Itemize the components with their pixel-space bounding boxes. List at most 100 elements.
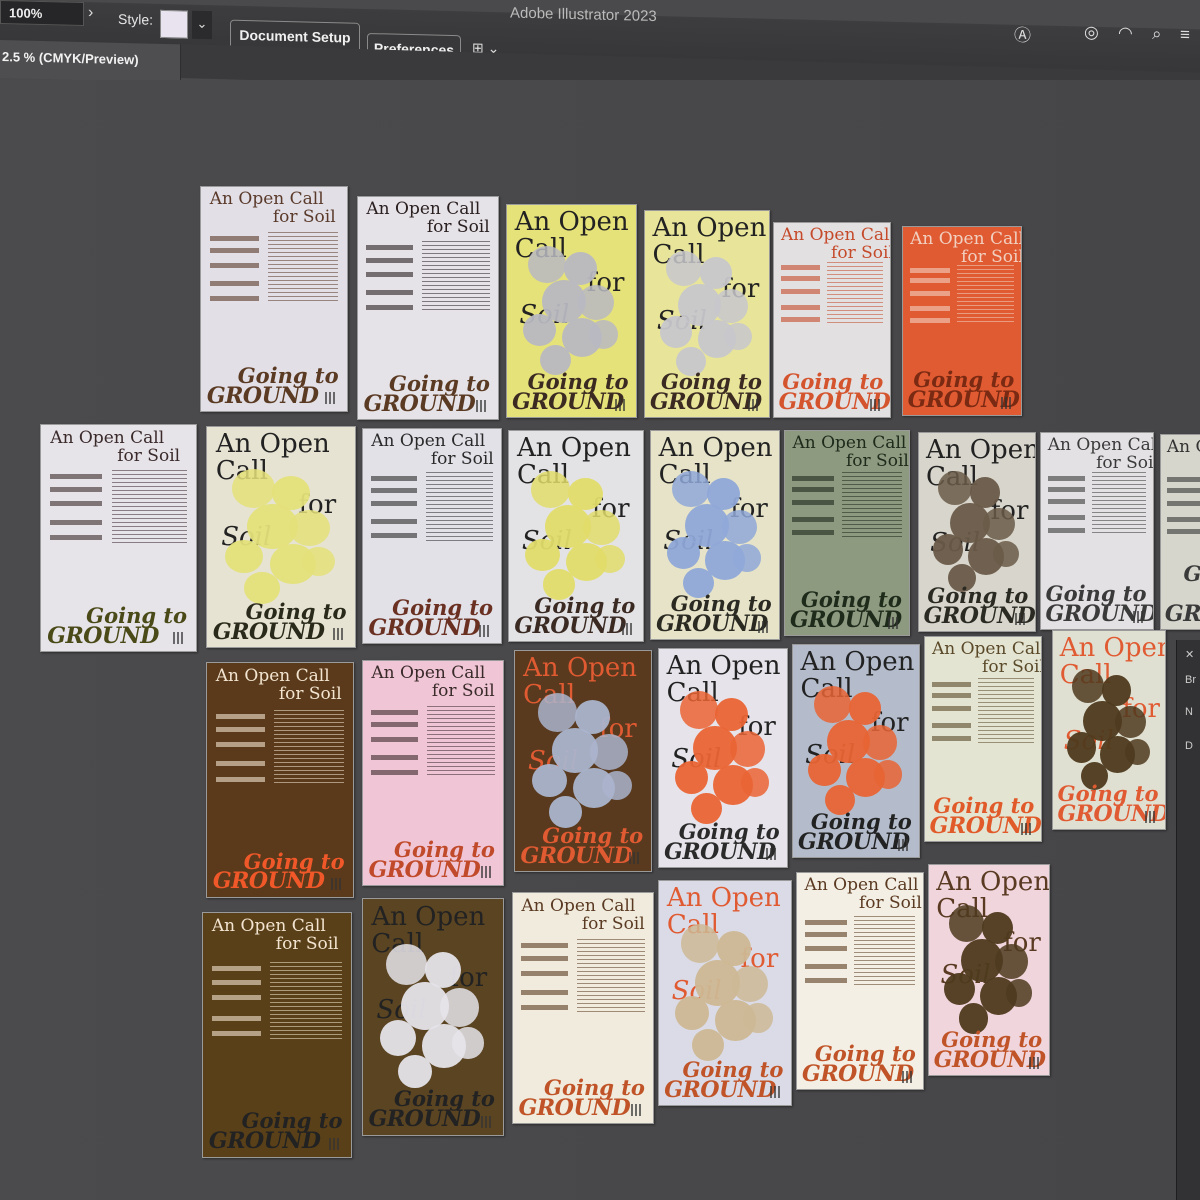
poster-artboard[interactable]: An Open Callfor SoilGoing toGROUND — [40, 424, 197, 652]
poster-question — [780, 317, 820, 323]
poster-blob — [713, 288, 748, 323]
poster-blob — [288, 510, 330, 547]
poster-paragraph — [841, 471, 902, 538]
poster-artboard[interactable]: An Open Callfor SoilGoing toGROUND — [206, 662, 354, 898]
poster-artboard[interactable]: An OpenCallforSoilGoing toGROUND — [508, 430, 644, 642]
menu-icon[interactable]: ≡ — [1180, 25, 1190, 45]
poster-question — [1047, 475, 1086, 481]
poster-artboard[interactable]: An Open Callfor SoilGoing toGROUND — [1160, 434, 1200, 630]
poster-paragraph — [1092, 472, 1147, 536]
panel-item[interactable]: D — [1185, 740, 1193, 752]
poster-question — [1047, 515, 1086, 521]
poster-question — [215, 727, 265, 733]
search-icon[interactable]: ⌕ — [1152, 24, 1162, 44]
poster-paragraph — [267, 231, 339, 304]
poster-blob — [729, 731, 765, 767]
poster-artboard[interactable]: An OpenCallforSoilGoing toGROUND — [658, 648, 788, 868]
poster-artboard[interactable]: An OpenCallforSoilGoing toGROUND — [362, 898, 504, 1136]
poster-question — [910, 318, 950, 324]
poster-artboard[interactable]: An OpenCallforSoilGoing toGROUND — [506, 204, 637, 418]
poster-blob — [660, 316, 693, 349]
poster-artboard[interactable]: An OpenCallforSoilGoing toGROUND — [206, 426, 356, 648]
poster-headline-line: for Soil — [1096, 452, 1154, 473]
poster-question — [371, 755, 419, 761]
poster-headline-line: An Open Call — [211, 915, 326, 936]
poster-artboard[interactable]: An Open Callfor SoilGoing toGROUND — [1040, 432, 1154, 630]
poster-blob — [680, 690, 718, 729]
poster-blob — [983, 507, 1016, 541]
poster-question — [804, 977, 847, 983]
poster-question — [211, 1031, 262, 1037]
poster-body-text — [931, 677, 1035, 772]
chevron-down-icon[interactable]: ⌄ — [192, 10, 212, 40]
poster-artboard[interactable]: An Open Callfor SoilGoing toGROUND — [796, 872, 924, 1090]
poster-question — [792, 529, 834, 535]
poster-headline: An Open Callfor Soil — [210, 191, 341, 226]
poster-question — [371, 709, 419, 715]
poster-artboard[interactable]: An OpenCallforSoilGoing toGROUND — [514, 650, 652, 872]
poster-artboard[interactable]: An OpenCallforSoilGoing toGROUND — [792, 644, 920, 858]
chevron-right-icon[interactable]: › — [88, 4, 93, 22]
poster-blob — [933, 534, 964, 565]
poster-blob — [1114, 705, 1146, 739]
poster-artboard[interactable]: An Open Callfor SoilGoing toGROUND — [357, 196, 499, 420]
poster-question — [209, 262, 259, 268]
poster-footer: Going toGROUND — [207, 365, 344, 407]
poster-blob-art — [669, 684, 779, 824]
qr-code-icon — [898, 838, 911, 851]
document-tab[interactable]: 2.5 % (CMYK/Preview) — [0, 40, 181, 83]
sync-icon[interactable]: ◎ — [1084, 22, 1099, 42]
properties-panel[interactable]: ✕ Br N D — [1176, 640, 1200, 1200]
zoom-level-field[interactable]: 100% — [0, 0, 84, 27]
poster-artboard[interactable]: An OpenCallforSoilGoing toGROUND — [918, 432, 1036, 632]
poster-artboard[interactable]: An Open Callfor SoilGoing toGROUND — [202, 912, 352, 1158]
poster-headline-line: for Soil — [982, 657, 1042, 678]
text-icon[interactable]: Ⓐ — [1014, 21, 1031, 46]
poster-question — [931, 722, 971, 728]
qr-code-icon — [324, 392, 337, 405]
panel-close-icon[interactable]: ✕ — [1185, 648, 1194, 661]
poster-artboard[interactable]: An Open Callfor SoilGoing toGROUND — [362, 660, 504, 886]
style-swatch[interactable] — [160, 9, 188, 39]
poster-artboard[interactable]: An OpenCallforSoilGoing toGROUND — [928, 864, 1050, 1076]
wifi-icon[interactable]: ◠ — [1118, 23, 1133, 43]
poster-question — [50, 474, 103, 480]
style-label: Style: — [118, 10, 154, 28]
poster-artboard[interactable]: An Open Callfor SoilGoing toGROUND — [512, 892, 654, 1124]
poster-artboard[interactable]: An OpenCallforSoilGoing toGROUND — [658, 880, 792, 1106]
poster-question — [910, 278, 950, 284]
poster-question — [211, 995, 262, 1001]
poster-question — [50, 501, 103, 507]
poster-question — [1047, 528, 1086, 534]
poster-blob — [386, 944, 428, 986]
poster-question — [1166, 516, 1200, 522]
poster-artboard[interactable]: An Open Callfor SoilGoing toGROUND — [902, 226, 1022, 416]
qr-code-icon — [888, 616, 901, 629]
panel-item[interactable]: N — [1185, 706, 1193, 718]
poster-question — [215, 761, 265, 767]
poster-artboard[interactable]: An OpenCallforSoilGoing toGROUND — [1052, 630, 1166, 830]
poster-headline-line: for Soil — [117, 445, 181, 466]
poster-artboard[interactable]: An Open Callfor SoilGoing toGROUND — [924, 636, 1042, 842]
poster-artboard[interactable]: An Open Callfor SoilGoing toGROUND — [362, 428, 502, 644]
poster-artboard[interactable]: An OpenCallforSoilGoing toGROUND — [644, 210, 770, 418]
poster-artboard[interactable]: An Open Callfor Soil Going toGROUND — [200, 186, 348, 412]
qr-code-icon — [1020, 822, 1033, 835]
poster-headline-line: for Soil — [831, 242, 891, 263]
poster-question — [521, 1004, 569, 1010]
poster-artboard[interactable]: An Open Callfor SoilGoing toGROUND — [784, 430, 910, 636]
poster-blob — [938, 471, 973, 506]
poster-blob — [578, 285, 614, 320]
poster-blob — [672, 470, 710, 508]
poster-blob-art — [520, 465, 635, 600]
poster-artboard[interactable]: An Open Callfor SoilGoing toGROUND — [773, 222, 891, 418]
poster-body-text — [211, 961, 343, 1074]
poster-footer-line: GROUND — [208, 1128, 321, 1155]
poster-artboard[interactable]: An OpenCallforSoilGoing toGROUND — [650, 430, 780, 640]
poster-headline-line: An Open — [666, 883, 781, 914]
panel-item[interactable]: Br — [1185, 674, 1196, 686]
poster-blob — [731, 965, 769, 1003]
poster-headline: An Open Callfor Soil — [371, 433, 495, 468]
poster-question — [521, 943, 569, 949]
document-tab-label: 2.5 % (CMYK/Preview) — [2, 49, 139, 68]
